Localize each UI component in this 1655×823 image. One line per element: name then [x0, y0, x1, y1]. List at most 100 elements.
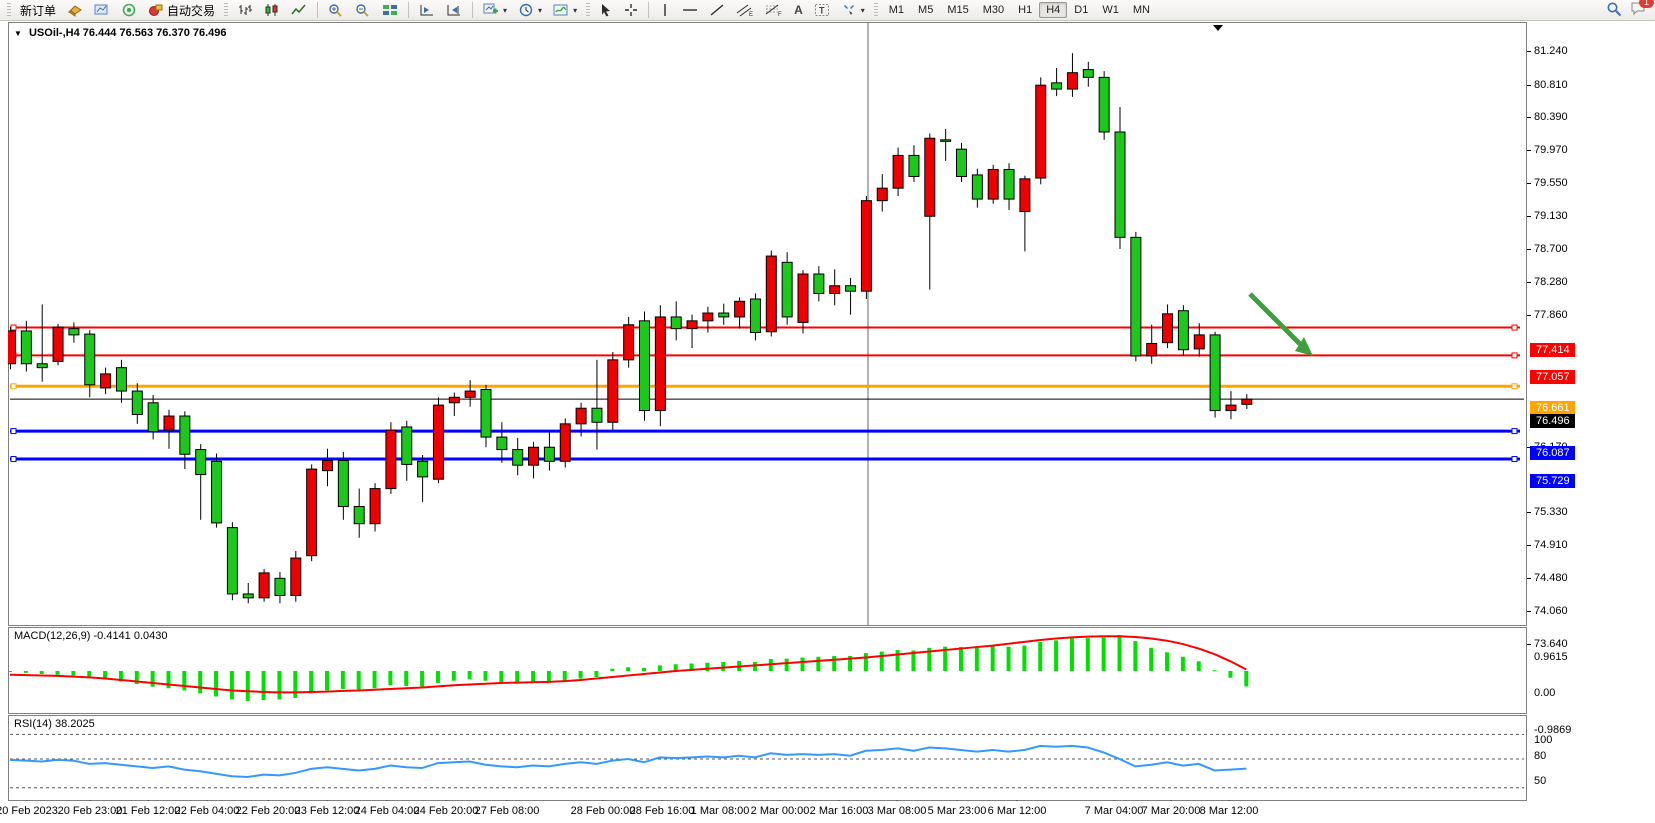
zoom-in-button[interactable] [323, 0, 349, 21]
macd-histogram-bar [1038, 642, 1042, 671]
bar-chart-button[interactable] [232, 0, 258, 21]
macd-histogram-bar [499, 671, 503, 682]
tile-windows-button[interactable] [377, 0, 403, 21]
navigator-button[interactable] [89, 0, 115, 21]
timeframe-m1-button[interactable]: M1 [882, 2, 911, 18]
toolbar-grip[interactable] [224, 3, 228, 17]
auto-trading-icon [148, 3, 164, 17]
line-anchor-handle[interactable] [11, 457, 16, 462]
macd-histogram-bar [182, 671, 186, 690]
chart-plot[interactable] [8, 22, 1527, 812]
rsi-tick-label: 80 [1534, 750, 1546, 762]
candle [830, 286, 840, 294]
candle [957, 149, 967, 176]
line-anchor-handle[interactable] [1512, 325, 1517, 330]
timeframe-w1-button[interactable]: W1 [1095, 2, 1126, 18]
auto-scroll-icon [446, 3, 462, 17]
candle [180, 416, 190, 454]
market-watch-button[interactable] [62, 0, 88, 21]
macd-histogram-bar [785, 659, 789, 671]
search-icon[interactable] [1606, 1, 1622, 20]
candle [529, 447, 539, 465]
toolbar-grip[interactable] [7, 3, 11, 17]
candle [497, 437, 507, 449]
timeframe-d1-button[interactable]: D1 [1067, 2, 1095, 18]
macd-histogram-bar [610, 669, 614, 671]
candle [433, 405, 443, 479]
alerts-button[interactable] [116, 0, 142, 21]
new-order-button[interactable]: 新订单 [15, 0, 61, 21]
svg-text:F: F [778, 12, 782, 17]
text-label-button[interactable]: T [809, 0, 835, 21]
timeframe-m15-button[interactable]: M15 [940, 2, 975, 18]
text-label-icon: T [814, 3, 830, 17]
text-button[interactable]: A [789, 0, 808, 21]
cursor-button[interactable] [594, 0, 618, 21]
toolbar-separator [648, 2, 649, 18]
price-tick-mark [1527, 216, 1531, 217]
candle [1036, 85, 1046, 178]
price-tick-mark [1527, 282, 1531, 283]
candle [449, 397, 459, 402]
time-tick-label: 22 Feb 04:00 [175, 805, 240, 817]
macd-histogram-bar [1228, 671, 1232, 678]
candle [1115, 132, 1125, 237]
crosshair-button[interactable] [619, 0, 643, 21]
line-anchor-handle[interactable] [1512, 353, 1517, 358]
timeframe-m30-button[interactable]: M30 [976, 2, 1011, 18]
equidistant-channel-button[interactable]: E [731, 0, 759, 21]
macd-histogram-bar [167, 671, 171, 688]
line-chart-button[interactable] [286, 0, 312, 21]
line-anchor-handle[interactable] [1512, 457, 1517, 462]
time-tick-label: 28 Feb 00:00 [571, 805, 636, 817]
timeframe-mn-button[interactable]: MN [1126, 2, 1157, 18]
toolbar-grip[interactable] [586, 3, 590, 17]
vertical-line-button[interactable] [654, 0, 676, 21]
chat-button[interactable]: 1 [1630, 1, 1647, 19]
macd-histogram-bar [246, 671, 250, 701]
timeframe-h4-button[interactable]: H4 [1039, 2, 1067, 18]
candlestick-chart-button[interactable] [259, 0, 285, 21]
macd-histogram-bar [40, 671, 44, 674]
arrows-button[interactable]: ▾ [836, 0, 870, 21]
chart-shift-button[interactable] [414, 0, 440, 21]
fibonacci-button[interactable]: F [760, 0, 788, 21]
add-indicator-button[interactable]: ▾ [478, 0, 512, 21]
macd-histogram-bar [1007, 647, 1011, 671]
trendline-button[interactable] [704, 0, 730, 21]
line-anchor-handle[interactable] [1512, 429, 1517, 434]
macd-histogram-bar [626, 667, 630, 671]
price-axis[interactable]: 81.24080.81080.39079.97079.55079.13078.7… [1527, 22, 1655, 801]
candlestick-chart-icon [264, 3, 280, 17]
market-watch-icon [67, 3, 83, 17]
candle [418, 461, 428, 477]
templates-button[interactable]: ▾ [548, 0, 582, 21]
candle [608, 360, 618, 422]
periods-button[interactable]: ▾ [513, 0, 547, 21]
zoom-out-button[interactable] [350, 0, 376, 21]
macd-histogram-bar [1086, 638, 1090, 671]
rsi-label: RSI(14) 38.2025 [14, 718, 95, 730]
symbol-bar[interactable]: ▼ USOil-,H4 76.444 76.563 76.370 76.496 [14, 27, 227, 39]
macd-histogram-bar [864, 653, 868, 671]
chevron-down-icon: ▾ [503, 6, 507, 15]
candle [402, 427, 412, 464]
line-anchor-handle[interactable] [11, 325, 16, 330]
auto-trading-button[interactable]: 自动交易 [143, 0, 220, 21]
collapse-triangle-icon[interactable]: ▼ [14, 29, 22, 38]
macd-histogram-bar [341, 671, 345, 689]
line-anchor-handle[interactable] [11, 384, 16, 389]
macd-tick-label: 0.9615 [1534, 651, 1568, 663]
time-tick-label: 24 Feb 04:00 [355, 805, 420, 817]
time-axis[interactable]: 20 Feb 202320 Feb 23:0021 Feb 12:0022 Fe… [0, 801, 1655, 823]
line-anchor-handle[interactable] [1512, 384, 1517, 389]
macd-histogram-bar [293, 671, 297, 698]
timeframe-h1-button[interactable]: H1 [1011, 2, 1039, 18]
timeframe-m5-button[interactable]: M5 [911, 2, 940, 18]
line-anchor-handle[interactable] [11, 429, 16, 434]
auto-scroll-button[interactable] [441, 0, 467, 21]
macd-histogram-bar [357, 671, 361, 690]
toolbar-grip[interactable] [874, 3, 878, 17]
time-tick-label: 1 Mar 08:00 [691, 805, 750, 817]
horizontal-line-button[interactable] [677, 0, 703, 21]
